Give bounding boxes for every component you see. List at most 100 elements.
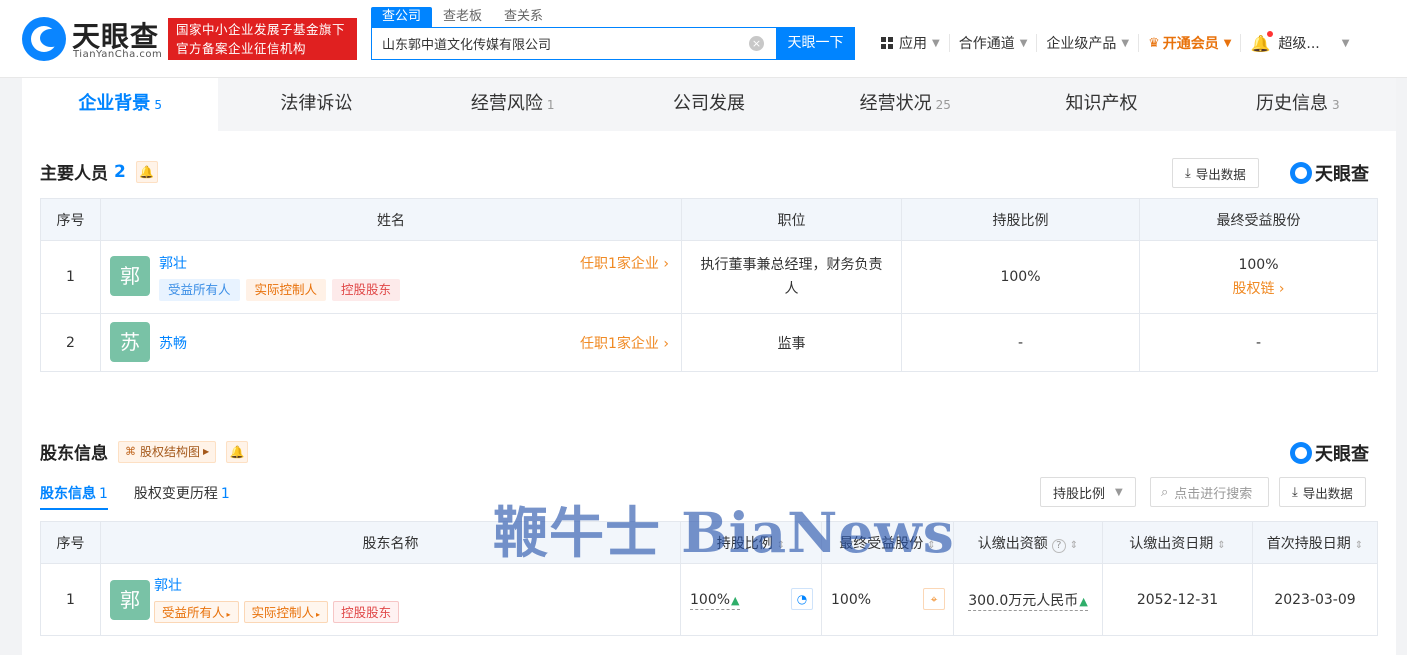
subtab-shareholders[interactable]: 股东信息 1 xyxy=(40,483,108,510)
tab-history[interactable]: 历史信息 3 xyxy=(1200,78,1396,131)
nav-user-label: 超级... xyxy=(1278,36,1320,52)
tag-label: 受益所有人 xyxy=(162,605,225,620)
subscribed-amount-cell: 300.0万元人民币▲ xyxy=(953,563,1103,636)
gov-badge: 国家中小企业发展子基金旗下 官方备案企业征信机构 xyxy=(168,18,357,60)
gov-badge-line2: 官方备案企业征信机构 xyxy=(176,41,307,56)
chevron-right-icon: › xyxy=(663,256,669,272)
subscribe-bell-icon[interactable]: 🔔 xyxy=(135,160,158,183)
shareholder-table: 序号 股东名称 持股比例 ⇕ 最终受益股份 ⇕ 认缴出资额? ⇕ 认缴出资日期 ⇕ 首次… xyxy=(40,521,1378,636)
col-header-sortable[interactable]: 认缴出资额? ⇕ xyxy=(953,521,1103,564)
col-header-sortable[interactable]: 首次持股日期 ⇕ xyxy=(1252,521,1378,564)
subscribe-bell-icon[interactable]: 🔔 xyxy=(226,440,249,463)
search-button[interactable]: 天眼一下 xyxy=(776,27,855,60)
shareholder-tags: 受益所有人 ▸ 实际控制人 ▸ 控股股东 xyxy=(154,601,400,623)
structure-chart-icon: ⌘ xyxy=(125,445,136,458)
positions-link[interactable]: 任职1家企业 › xyxy=(580,253,669,273)
export-personnel-button[interactable]: ⤓ 导出数据 xyxy=(1172,158,1259,188)
caret-down-icon: ▼ xyxy=(1019,37,1028,49)
caret-down-icon: ▼ xyxy=(932,37,940,49)
first-holding-date: 2023-03-09 xyxy=(1252,563,1378,636)
tab-background[interactable]: 企业背景 5 xyxy=(22,78,219,131)
nav-user[interactable]: 🔔 超级... ▼ xyxy=(1241,30,1358,53)
person-cell: 郭 郭壮 受益所有人 实际控制人 控股股东 任职1家企业 › xyxy=(100,240,682,314)
logo-eye-icon xyxy=(22,17,66,61)
search-icon: ⌕ xyxy=(1161,484,1169,500)
avatar[interactable]: 苏 xyxy=(110,322,150,362)
caret-right-icon: ▸ xyxy=(316,610,321,619)
pie-chart-icon[interactable]: ◔ xyxy=(791,588,813,610)
search-tab-company[interactable]: 查公司 xyxy=(371,7,433,27)
tag-beneficial-owner[interactable]: 受益所有人 ▸ xyxy=(154,601,239,623)
content-panel: 主要人员 2 🔔 ⤓ 导出数据 天眼查 序号 姓名 职位 持股比例 最终受益股份… xyxy=(22,131,1396,655)
arrow-up-icon: ▲ xyxy=(1079,594,1088,608)
person-name-link[interactable]: 苏畅 xyxy=(159,333,187,353)
position-text: 人 xyxy=(784,281,799,297)
target-icon[interactable]: ⌖ xyxy=(923,588,945,610)
search-tab-boss[interactable]: 查老板 xyxy=(432,7,493,27)
tab-operations[interactable]: 经营状况 25 xyxy=(807,78,1003,131)
subtab-label: 股东信息 xyxy=(40,486,96,502)
nav-enterprise[interactable]: 企业级产品 ▼ xyxy=(1037,34,1140,52)
shareholding-value[interactable]: 100%▲ xyxy=(690,591,740,610)
table-header-row: 序号 姓名 职位 持股比例 最终受益股份 xyxy=(40,198,1378,241)
nav-cooperation[interactable]: 合作通道 ▼ xyxy=(950,34,1038,52)
tianyancha-logo[interactable]: 天眼查 TianYanCha.com xyxy=(22,15,162,63)
col-header-sortable[interactable]: 最终受益股份 ⇕ xyxy=(821,521,954,564)
search-tab-relation[interactable]: 查关系 xyxy=(493,7,554,27)
table-row: 1 郭 郭壮 受益所有人▸ 实际控制人▸ 控股股东 100%▲ ◔ 100% xyxy=(40,563,1378,636)
shareholding-cell: 100%▲ ◔ xyxy=(680,563,822,636)
table-row: 2 苏 苏畅 任职1家企业 › 监事 - - xyxy=(40,313,1378,372)
download-icon: ⤓ xyxy=(1185,165,1191,181)
notification-bell-icon[interactable]: 🔔 xyxy=(1250,30,1274,53)
positions-link[interactable]: 任职1家企业 › xyxy=(580,333,669,353)
subscribed-amount-value[interactable]: 300.0万元人民币▲ xyxy=(968,592,1088,611)
brand-text: 天眼查 xyxy=(1315,444,1369,465)
clear-icon[interactable]: × xyxy=(749,36,764,51)
col-header-sortable[interactable]: 认缴出资日期 ⇕ xyxy=(1102,521,1253,564)
nav-vip[interactable]: ♛ 开通会员 ▼ xyxy=(1139,34,1242,52)
shareholding-filter-select[interactable]: 持股比例 ▼ xyxy=(1040,477,1136,507)
col-header-text: 持股比例 xyxy=(716,535,773,552)
avatar[interactable]: 郭 xyxy=(110,256,150,296)
nav-apps-label: 应用 xyxy=(899,36,927,52)
tag-label: 实际控制人 xyxy=(251,605,315,620)
row-index: 1 xyxy=(40,240,101,314)
tab-litigation[interactable]: 法律诉讼 xyxy=(218,78,414,131)
col-header-sortable[interactable]: 持股比例 ⇕ xyxy=(680,521,822,564)
nav-vip-label: 开通会员 xyxy=(1162,36,1219,52)
chevron-right-icon: › xyxy=(1278,281,1285,297)
tab-development[interactable]: 公司发展 xyxy=(611,78,807,131)
tag-beneficial-owner[interactable]: 受益所有人 xyxy=(159,279,240,301)
tag-controlling-shareholder[interactable]: 控股股东 xyxy=(333,601,400,623)
gov-badge-line1: 国家中小企业发展子基金旗下 xyxy=(176,22,346,37)
final-benefit-value: 100% xyxy=(831,591,872,608)
subtab-equity-changes[interactable]: 股权变更历程 1 xyxy=(134,483,230,510)
sort-icon: ⇕ xyxy=(927,539,936,551)
tag-actual-controller[interactable]: 实际控制人 xyxy=(245,279,327,301)
avatar[interactable]: 郭 xyxy=(110,580,150,620)
col-header: 姓名 xyxy=(100,198,682,241)
tab-ip[interactable]: 知识产权 xyxy=(1003,78,1199,131)
shareholder-sub-tabs: 股东信息 1 股权变更历程 1 xyxy=(40,483,230,510)
search-box: × 天眼一下 xyxy=(371,27,855,60)
col-header-text: 最终受益股份 xyxy=(839,535,924,552)
position-cell: 执行董事兼总经理，财务负责 人 xyxy=(681,240,902,314)
export-shareholders-button[interactable]: ⤓ 导出数据 xyxy=(1279,477,1366,507)
person-name-link[interactable]: 郭壮 xyxy=(159,253,187,273)
amount-text: 300.0万元人民币 xyxy=(968,592,1079,609)
tab-count: 3 xyxy=(1332,98,1340,112)
caret-right-icon: ▶ xyxy=(203,447,210,456)
nav-apps[interactable]: 应用 ▼ xyxy=(872,34,950,52)
shareholder-search[interactable]: ⌕ 点击进行搜索 xyxy=(1150,477,1269,507)
search-input[interactable] xyxy=(372,28,772,59)
shareholder-name-link[interactable]: 郭壮 xyxy=(154,575,182,595)
brand-text: 天眼查 xyxy=(1315,164,1369,185)
tag-controlling-shareholder[interactable]: 控股股东 xyxy=(332,279,401,301)
equity-structure-button[interactable]: ⌘ 股权结构图 ▶ xyxy=(118,440,217,463)
equity-chain-link[interactable]: 股权链 › xyxy=(1140,277,1377,301)
tag-actual-controller[interactable]: 实际控制人 ▸ xyxy=(243,601,329,623)
logo-domain: TianYanCha.com xyxy=(73,49,163,60)
help-icon[interactable]: ? xyxy=(1051,538,1066,553)
personnel-table: 序号 姓名 职位 持股比例 最终受益股份 1 郭 郭壮 受益所有人 实际控制人 … xyxy=(40,198,1378,372)
tab-risk[interactable]: 经营风险 1 xyxy=(415,78,611,131)
